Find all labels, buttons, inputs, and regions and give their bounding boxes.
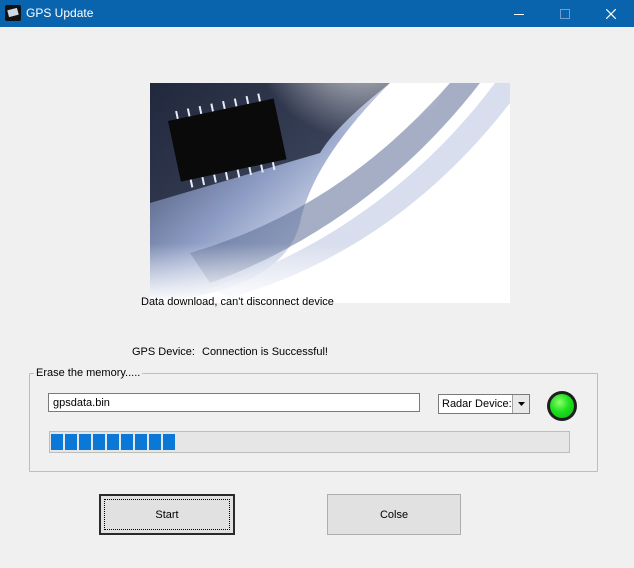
start-button[interactable]: Start (99, 494, 235, 535)
erase-memory-legend: Erase the memory..... (34, 367, 143, 379)
progress-bar-fill (51, 434, 175, 450)
progress-segment (163, 434, 175, 450)
close-icon (606, 8, 616, 19)
status-message: Data download, can't disconnect device (141, 296, 334, 308)
gps-device-label: GPS Device: (132, 346, 195, 358)
title-bar: GPS Update (0, 0, 634, 27)
progress-segment (107, 434, 119, 450)
progress-segment (121, 434, 133, 450)
chevron-down-icon (517, 402, 525, 406)
file-name-input[interactable] (48, 393, 420, 412)
progress-bar (49, 431, 570, 453)
close-window-button[interactable] (588, 0, 634, 27)
status-indicator-light (547, 391, 577, 421)
app-icon (5, 5, 21, 21)
progress-segment (93, 434, 105, 450)
window-title: GPS Update (26, 6, 94, 20)
focus-rectangle (104, 499, 230, 530)
progress-segment (51, 434, 63, 450)
progress-segment (149, 434, 161, 450)
erase-memory-groupbox (29, 373, 598, 472)
microchip-banner-image (150, 83, 510, 303)
device-select[interactable]: Radar Device: (438, 394, 530, 414)
close-button[interactable]: Colse (327, 494, 461, 535)
microchip-icon (150, 83, 510, 303)
minimize-icon (514, 13, 524, 15)
minimize-button[interactable] (496, 0, 542, 27)
progress-segment (135, 434, 147, 450)
close-button-label: Colse (379, 508, 409, 521)
maximize-icon (560, 8, 570, 19)
device-select-value: Radar Device: (442, 398, 512, 410)
device-select-dropdown-button[interactable] (512, 395, 529, 413)
maximize-button[interactable] (542, 0, 588, 27)
progress-segment (79, 434, 91, 450)
status-indicator-green-icon (550, 394, 574, 418)
gps-device-status: Connection is Successful! (202, 346, 328, 358)
progress-segment (65, 434, 77, 450)
